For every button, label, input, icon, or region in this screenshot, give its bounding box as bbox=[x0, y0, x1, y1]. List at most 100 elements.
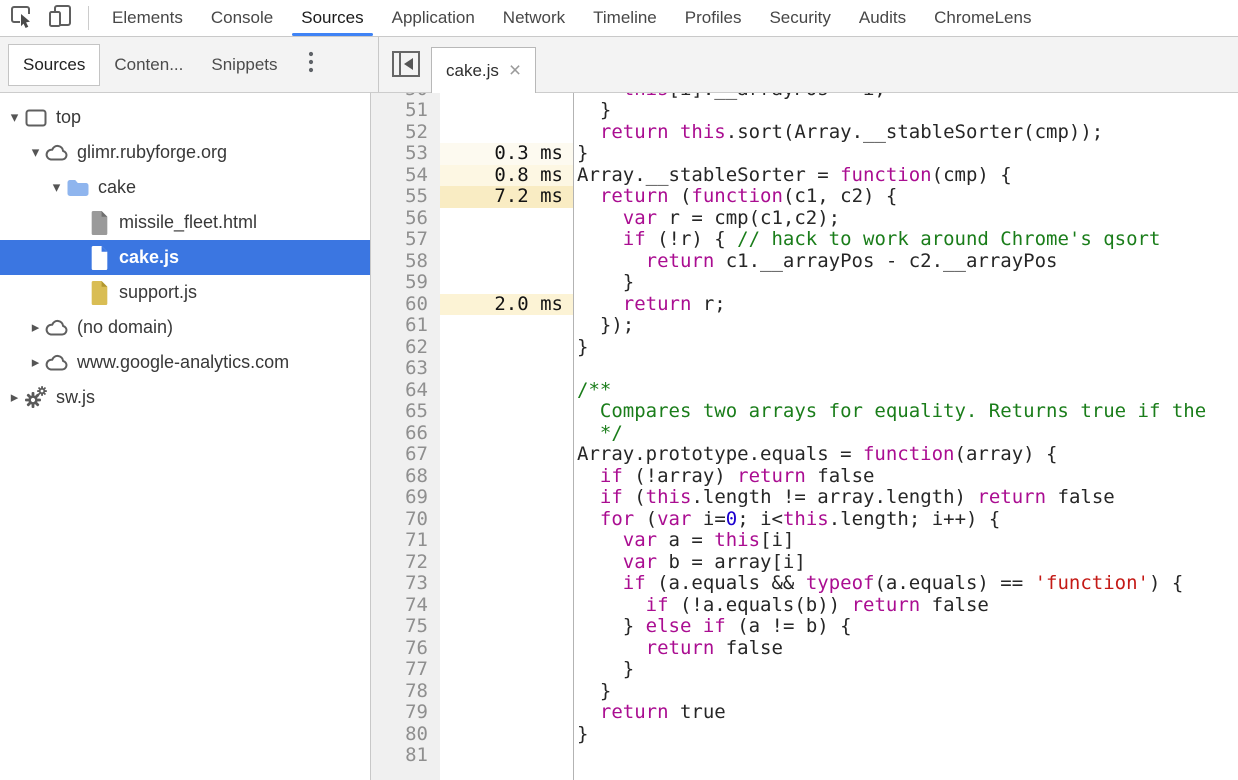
tab-audits[interactable]: Audits bbox=[845, 0, 920, 36]
code-text[interactable]: */ bbox=[573, 423, 1238, 445]
disclosure-triangle[interactable]: ▾ bbox=[48, 180, 65, 195]
code-text[interactable]: Compares two arrays for equality. Return… bbox=[573, 401, 1238, 423]
line-number[interactable]: 65 bbox=[371, 401, 440, 423]
line-number[interactable]: 57 bbox=[371, 229, 440, 251]
code-text[interactable]: } bbox=[573, 272, 1238, 294]
tab-application[interactable]: Application bbox=[378, 0, 489, 36]
code-text[interactable]: if (!array) return false bbox=[573, 466, 1238, 488]
line-number[interactable]: 56 bbox=[371, 208, 440, 230]
navigator-tab-snippets[interactable]: Snippets bbox=[197, 45, 291, 85]
line-number[interactable]: 77 bbox=[371, 659, 440, 681]
line-number[interactable]: 66 bbox=[371, 423, 440, 445]
code-text[interactable]: return r; bbox=[573, 294, 1238, 316]
line-number[interactable]: 55 bbox=[371, 186, 440, 208]
code-text[interactable]: return c1.__arrayPos - c2.__arrayPos bbox=[573, 251, 1238, 273]
disclosure-triangle[interactable]: ▾ bbox=[6, 110, 23, 125]
line-number[interactable]: 67 bbox=[371, 444, 440, 466]
line-number[interactable]: 73 bbox=[371, 573, 440, 595]
tab-security[interactable]: Security bbox=[755, 0, 844, 36]
code-line-57: 57 if (!r) { // hack to work around Chro… bbox=[371, 229, 1238, 251]
code-line-68: 68 if (!array) return false bbox=[371, 466, 1238, 488]
code-text[interactable]: if (this.length != array.length) return … bbox=[573, 487, 1238, 509]
line-number[interactable]: 78 bbox=[371, 681, 440, 703]
line-number[interactable]: 81 bbox=[371, 745, 440, 767]
tree-item-www-google-analytics-com[interactable]: ▸www.google-analytics.com bbox=[0, 345, 370, 380]
code-text[interactable]: return this.sort(Array.__stableSorter(cm… bbox=[573, 122, 1238, 144]
line-number[interactable]: 52 bbox=[371, 122, 440, 144]
disclosure-triangle[interactable]: ▸ bbox=[6, 390, 23, 405]
code-text[interactable]: } bbox=[573, 143, 1238, 165]
overflow-menu-button[interactable] bbox=[308, 50, 314, 79]
tab-elements[interactable]: Elements bbox=[98, 0, 197, 36]
navigator-tab-sources[interactable]: Sources bbox=[8, 44, 100, 86]
code-text[interactable]: }); bbox=[573, 315, 1238, 337]
code-text[interactable]: var a = this[i] bbox=[573, 530, 1238, 552]
tab-console[interactable]: Console bbox=[197, 0, 287, 36]
line-number[interactable]: 69 bbox=[371, 487, 440, 509]
code-text[interactable]: this[i].__arrayPos = i; bbox=[573, 93, 1238, 100]
tab-sources[interactable]: Sources bbox=[287, 0, 377, 36]
line-number[interactable]: 80 bbox=[371, 724, 440, 746]
line-number[interactable]: 61 bbox=[371, 315, 440, 337]
code-text[interactable] bbox=[573, 358, 1238, 380]
tree-item-sw-js[interactable]: ▸sw.js bbox=[0, 380, 370, 415]
tree-item-cake[interactable]: ▾cake bbox=[0, 170, 370, 205]
code-text[interactable]: if (!a.equals(b)) return false bbox=[573, 595, 1238, 617]
tree-item--no-domain-[interactable]: ▸(no domain) bbox=[0, 310, 370, 345]
line-number[interactable]: 74 bbox=[371, 595, 440, 617]
code-text[interactable] bbox=[573, 745, 1238, 767]
code-text[interactable]: /** bbox=[573, 380, 1238, 402]
line-number[interactable]: 72 bbox=[371, 552, 440, 574]
line-number[interactable]: 71 bbox=[371, 530, 440, 552]
code-text[interactable]: } bbox=[573, 337, 1238, 359]
code-text[interactable]: if (!r) { // hack to work around Chrome'… bbox=[573, 229, 1238, 251]
line-number[interactable]: 76 bbox=[371, 638, 440, 660]
line-number[interactable]: 64 bbox=[371, 380, 440, 402]
disclosure-triangle[interactable]: ▾ bbox=[27, 145, 44, 160]
code-text[interactable]: var b = array[i] bbox=[573, 552, 1238, 574]
code-text[interactable]: } bbox=[573, 724, 1238, 746]
line-number[interactable]: 70 bbox=[371, 509, 440, 531]
line-number[interactable]: 51 bbox=[371, 100, 440, 122]
code-text[interactable]: } bbox=[573, 659, 1238, 681]
tab-network[interactable]: Network bbox=[489, 0, 579, 36]
code-text[interactable]: var r = cmp(c1,c2); bbox=[573, 208, 1238, 230]
navigator-tab-conten[interactable]: Conten... bbox=[100, 45, 197, 85]
line-number[interactable]: 63 bbox=[371, 358, 440, 380]
code-text[interactable]: } bbox=[573, 100, 1238, 122]
tab-timeline[interactable]: Timeline bbox=[579, 0, 671, 36]
line-number[interactable]: 75 bbox=[371, 616, 440, 638]
line-number[interactable]: 60 bbox=[371, 294, 440, 316]
device-toolbar-button[interactable] bbox=[44, 3, 78, 33]
code-text[interactable]: return false bbox=[573, 638, 1238, 660]
code-text[interactable]: } bbox=[573, 681, 1238, 703]
code-text[interactable]: return true bbox=[573, 702, 1238, 724]
line-number[interactable]: 59 bbox=[371, 272, 440, 294]
close-icon[interactable]: × bbox=[509, 60, 521, 81]
code-text[interactable]: } else if (a != b) { bbox=[573, 616, 1238, 638]
line-number[interactable]: 62 bbox=[371, 337, 440, 359]
code-text[interactable]: return (function(c1, c2) { bbox=[573, 186, 1238, 208]
disclosure-triangle[interactable]: ▸ bbox=[27, 355, 44, 370]
hide-navigator-button[interactable] bbox=[390, 52, 422, 82]
tree-item-support-js[interactable]: support.js bbox=[0, 275, 370, 310]
line-number[interactable]: 53 bbox=[371, 143, 440, 165]
disclosure-triangle[interactable]: ▸ bbox=[27, 320, 44, 335]
inspect-element-button[interactable] bbox=[5, 3, 39, 33]
line-number[interactable]: 58 bbox=[371, 251, 440, 273]
tree-item-cake-js[interactable]: cake.js bbox=[0, 240, 370, 275]
line-number[interactable]: 68 bbox=[371, 466, 440, 488]
tab-chromelens[interactable]: ChromeLens bbox=[920, 0, 1045, 36]
tab-profiles[interactable]: Profiles bbox=[671, 0, 756, 36]
line-number[interactable]: 54 bbox=[371, 165, 440, 187]
code-text[interactable]: for (var i=0; i<this.length; i++) { bbox=[573, 509, 1238, 531]
editor-tab-cakejs[interactable]: cake.js × bbox=[431, 47, 536, 93]
code-text[interactable]: if (a.equals && typeof(a.equals) == 'fun… bbox=[573, 573, 1238, 595]
code-line-56: 56 var r = cmp(c1,c2); bbox=[371, 208, 1238, 230]
code-text[interactable]: Array.prototype.equals = function(array)… bbox=[573, 444, 1238, 466]
tree-item-top[interactable]: ▾top bbox=[0, 100, 370, 135]
tree-item-glimr-rubyforge-org[interactable]: ▾glimr.rubyforge.org bbox=[0, 135, 370, 170]
tree-item-missile-fleet-html[interactable]: missile_fleet.html bbox=[0, 205, 370, 240]
code-text[interactable]: Array.__stableSorter = function(cmp) { bbox=[573, 165, 1238, 187]
line-number[interactable]: 79 bbox=[371, 702, 440, 724]
